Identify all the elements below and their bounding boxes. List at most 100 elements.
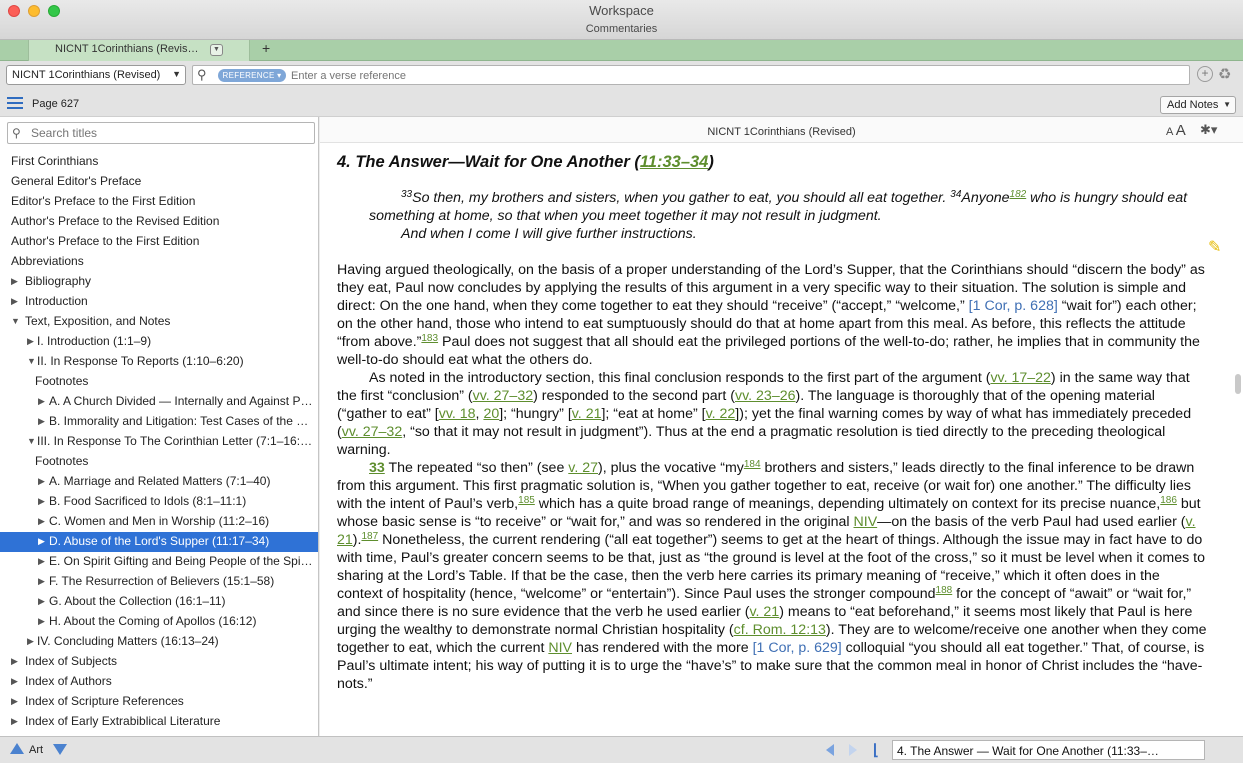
search-icon[interactable]: ⚲ [197,67,207,83]
verse-link[interactable]: v. 27 [568,460,598,476]
table-of-contents-icon[interactable] [7,97,23,110]
page-link[interactable]: [1 Cor, p. 629] [753,640,842,656]
toc-item[interactable]: ▶ Introduction [0,292,318,312]
toc-item[interactable]: ▶ A. Marriage and Related Matters (7:1–40… [0,472,318,492]
font-larger-icon[interactable]: A [1176,122,1186,139]
disclosure-collapsed-icon[interactable]: ▶ [38,612,45,631]
disclosure-collapsed-icon[interactable]: ▶ [38,552,45,571]
verse-link[interactable]: 20 [483,406,499,422]
toc-item[interactable]: ▶ C. Women and Men in Worship (11:2–16) [0,512,318,532]
footnote-link[interactable]: 187 [361,531,378,542]
disclosure-collapsed-icon[interactable]: ▶ [27,632,34,651]
disclosure-collapsed-icon[interactable]: ▶ [38,532,45,551]
toc-item[interactable]: ▶ D. Abuse of the Lord's Supper (11:17–34… [0,532,318,552]
toc-item[interactable]: Footnotes [0,372,318,392]
location-icon[interactable]: ⌊ [873,741,879,759]
toc-item-label: Index of Scripture References [25,694,184,708]
disclosure-collapsed-icon[interactable]: ▶ [11,652,18,671]
font-size-control[interactable]: A A [1166,122,1186,139]
toc-item[interactable]: ▶ Index of Scripture References [0,692,318,712]
footnote-link[interactable]: 186 [1160,495,1177,506]
disclosure-collapsed-icon[interactable]: ▶ [38,472,45,491]
toc-item[interactable]: ▼ II. In Response To Reports (1:10–6:20) [0,352,318,372]
disclosure-collapsed-icon[interactable]: ▶ [11,712,18,731]
verse-link[interactable]: v. 21 [572,406,602,422]
disclosure-expanded-icon[interactable]: ▼ [27,352,36,371]
verse-link[interactable]: vv. 27–32 [342,424,402,440]
toc-item[interactable]: Footnotes [0,452,318,472]
toc-item[interactable]: ▶ IV. Concluding Matters (16:13–24) [0,632,318,652]
toc-item[interactable]: ▶ G. About the Collection (16:1–11) [0,592,318,612]
title-search-box[interactable]: ⚲ [7,122,315,144]
disclosure-expanded-icon[interactable]: ▼ [27,432,36,451]
tab-nicnt-1corinthians[interactable]: NICNT 1Corinthians (Revis… ▼ [28,40,250,61]
verse-link[interactable]: cf. Rom. 12:13 [734,622,826,638]
disclosure-collapsed-icon[interactable]: ▶ [11,272,18,291]
toc-item[interactable]: Abbreviations [0,252,318,272]
disclosure-collapsed-icon[interactable]: ▶ [38,492,45,511]
toc-item[interactable]: First Corinthians [0,152,318,172]
toc-item[interactable]: ▶ Bibliography [0,272,318,292]
toc-item[interactable]: ▶ F. The Resurrection of Believers (15:1–… [0,572,318,592]
triangle-up-icon[interactable] [10,743,24,754]
toc-item[interactable]: ▶ B. Immorality and Litigation: Test Case… [0,412,318,432]
heading-reference-link[interactable]: 11:33–34 [640,153,709,171]
disclosure-expanded-icon[interactable]: ▼ [11,312,20,331]
page-link[interactable]: [1 Cor, p. 628] [969,298,1058,314]
toc-item[interactable]: Author's Preface to the Revised Edition [0,212,318,232]
footnote-link[interactable]: 182 [1010,189,1027,200]
disclosure-collapsed-icon[interactable]: ▶ [38,392,45,411]
verse-link[interactable]: vv. 23–26 [735,388,795,404]
plus-circle-icon[interactable]: + [1197,66,1213,82]
toc-item[interactable]: ▼ III. In Response To The Corinthian Lett… [0,432,318,452]
toc-item[interactable]: General Editor's Preface [0,172,318,192]
toc-item[interactable]: ▶ H. About the Coming of Apollos (16:12) [0,612,318,632]
footnote-link[interactable]: 185 [518,495,535,506]
verse-link[interactable]: v. 22 [706,406,736,422]
disclosure-collapsed-icon[interactable]: ▶ [11,692,18,711]
back-arrow-icon[interactable] [826,744,834,756]
toc-item[interactable]: Author's Preface to the First Edition [0,232,318,252]
reference-type-chip[interactable]: REFERENCE ▾ [218,69,286,82]
pencil-icon[interactable]: ✎ [1208,237,1221,257]
disclosure-collapsed-icon[interactable]: ▶ [11,292,18,311]
toc-item[interactable]: ▶ Index of Authors [0,672,318,692]
title-search-input[interactable] [31,126,311,140]
font-smaller-icon[interactable]: A [1166,126,1173,138]
niv-link[interactable]: NIV [548,640,572,656]
disclosure-collapsed-icon[interactable]: ▶ [11,672,18,691]
toc-item[interactable]: ▶ E. On Spirit Gifting and Being People o… [0,552,318,572]
location-field[interactable]: 4. The Answer — Wait for One Another (11… [892,740,1205,760]
footnote-link[interactable]: 183 [421,333,438,344]
tab-dropdown-icon[interactable]: ▼ [210,44,223,56]
verse-link[interactable]: vv. 17–22 [990,370,1050,386]
disclosure-collapsed-icon[interactable]: ▶ [38,412,45,431]
new-tab-button[interactable]: + [262,40,270,56]
footnote-link[interactable]: 188 [936,585,953,596]
disclosure-collapsed-icon[interactable]: ▶ [38,512,45,531]
verse-link[interactable]: vv. 18 [439,406,476,422]
verse-link[interactable]: v. 21 [749,604,779,620]
recycle-icon[interactable]: ♻ [1218,65,1231,83]
gear-icon[interactable]: ✱▾ [1200,122,1217,138]
niv-link[interactable]: NIV [854,514,878,530]
triangle-down-icon[interactable] [53,744,67,755]
scrollbar-thumb[interactable] [1235,374,1241,394]
toc-item[interactable]: ▶ B. Food Sacrificed to Idols (8:1–11:1) [0,492,318,512]
footnote-link[interactable]: 184 [744,459,761,470]
disclosure-collapsed-icon[interactable]: ▶ [38,592,45,611]
toc-item[interactable]: ▶ Index of Subjects [0,652,318,672]
resource-selector[interactable]: NICNT 1Corinthians (Revised) ▼ [6,65,186,85]
toc-item[interactable]: ▶ A. A Church Divided — Internally and Ag… [0,392,318,412]
add-notes-button[interactable]: Add Notes ▼ [1160,96,1236,114]
verse-33-link[interactable]: 33 [369,460,385,476]
reference-input[interactable] [291,68,1171,83]
disclosure-collapsed-icon[interactable]: ▶ [27,332,34,351]
forward-arrow-icon[interactable] [849,744,857,756]
toc-item[interactable]: Editor's Preface to the First Edition [0,192,318,212]
toc-item[interactable]: ▼ Text, Exposition, and Notes [0,312,318,332]
toc-item[interactable]: ▶ I. Introduction (1:1–9) [0,332,318,352]
disclosure-collapsed-icon[interactable]: ▶ [38,572,45,591]
verse-link[interactable]: vv. 27–32 [473,388,533,404]
toc-item[interactable]: ▶ Index of Early Extrabiblical Literature [0,712,318,732]
